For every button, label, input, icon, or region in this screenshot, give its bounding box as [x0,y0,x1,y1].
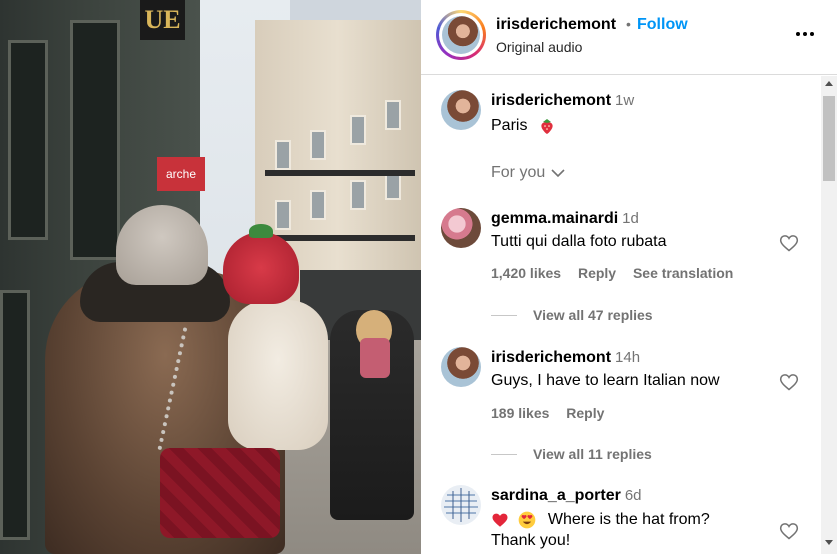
baby-coat [228,300,328,450]
reply-button[interactable]: Reply [566,405,604,421]
comment-avatar[interactable] [441,347,481,387]
scroll-down-icon[interactable] [825,540,833,545]
caption-text: Paris [491,117,556,135]
comment-username[interactable]: sardina_a_porter 6d [491,487,642,505]
strawberry-icon [541,119,553,134]
comment-time: 14h [615,349,641,366]
header-separator: • [626,16,631,32]
scrollbar[interactable] [821,76,837,554]
scrollbar-thumb[interactable] [823,96,835,181]
sort-dropdown[interactable]: For you [491,164,565,182]
pedestrian-scarf [360,338,390,378]
heart-icon[interactable] [779,233,799,253]
avatar-image [442,16,480,54]
store-sign: UE [140,0,185,40]
strawberry-hat [223,224,299,304]
comment-text: Where is the hat from? [491,510,710,530]
comment-meta: 1,420 likes Reply See translation [491,265,746,281]
comment-meta: 189 likes Reply [491,405,617,421]
comments-list: irisderichemont 1w Paris For you gemma.ma… [421,76,821,554]
see-translation-button[interactable]: See translation [633,265,733,281]
scroll-up-icon[interactable] [825,81,833,86]
view-replies-button[interactable]: View all 47 replies [491,307,653,323]
likes-count[interactable]: 1,420 likes [491,265,561,281]
post-header: irisderichemont • Follow Original audio [421,0,837,75]
red-heart-icon [492,513,508,527]
caption-username[interactable]: irisderichemont 1w [491,92,634,110]
heart-icon[interactable] [779,521,799,541]
view-replies-button[interactable]: View all 11 replies [491,446,652,462]
comment-username[interactable]: gemma.mainardi 1d [491,210,639,228]
comments-panel: irisderichemont • Follow Original audio … [421,0,837,554]
follow-button[interactable]: Follow [637,16,688,34]
likes-count[interactable]: 189 likes [491,405,549,421]
comment-text-line2: Thank you! [491,532,571,549]
reply-button[interactable]: Reply [578,265,616,281]
post-media[interactable]: UE arche [0,0,421,554]
comment-text: Guys, I have to learn Italian now [491,372,720,389]
heart-icon[interactable] [779,372,799,392]
audio-link[interactable]: Original audio [496,39,582,55]
more-horizontal-icon[interactable] [793,22,817,46]
comment-avatar[interactable] [441,485,481,525]
quilted-bag [160,448,280,538]
caption-time: 1w [615,92,635,109]
header-avatar[interactable] [436,10,486,60]
comment-username[interactable]: irisderichemont 14h [491,349,640,367]
shop-sign: arche [157,157,205,191]
heart-eyes-icon [519,511,536,529]
header-username[interactable]: irisderichemont [496,16,616,34]
caption-avatar[interactable] [441,90,481,130]
comment-text: Tutti qui dalla foto rubata [491,233,667,250]
chevron-down-icon [551,169,565,178]
comment-time: 1d [622,210,639,227]
comment-avatar[interactable] [441,208,481,248]
comment-time: 6d [624,487,642,504]
